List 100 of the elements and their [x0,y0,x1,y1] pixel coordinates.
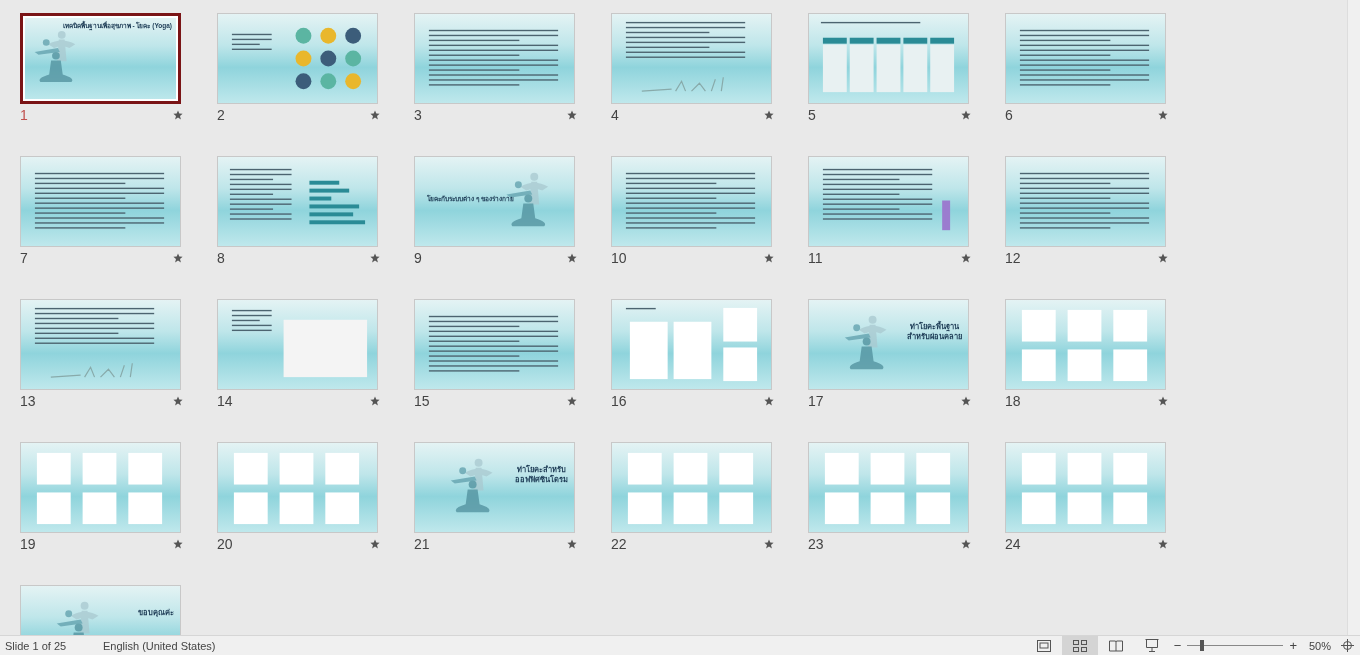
slide-thumbnail[interactable] [808,156,969,247]
slide-number: 1 [20,107,28,123]
photo-placeholder [673,321,712,380]
zoom-slider-thumb[interactable] [1199,640,1204,651]
slide-number: 8 [217,250,225,266]
photo-placeholder [1113,309,1148,342]
slide-thumbnail[interactable] [217,299,378,390]
photo-placeholder [1067,349,1102,382]
slide-thumbnail[interactable] [217,442,378,533]
slide-number: 2 [217,107,225,123]
star-icon [764,253,774,263]
photo-placeholder [325,452,360,485]
slide-number: 24 [1005,536,1021,552]
slide-thumbnail[interactable] [611,156,772,247]
star-icon [961,539,971,549]
yoga-figures-drawing [34,31,76,83]
slide-thumbnail[interactable] [20,299,181,390]
photo-placeholder [279,492,314,525]
slide-number: 17 [808,393,824,409]
yoga-figures-drawing [844,315,887,370]
slide-thumbnail[interactable] [611,13,772,104]
zoom-out-button[interactable]: − [1169,636,1186,655]
photo-placeholder [1113,452,1148,485]
photo-placeholder [233,492,268,525]
slide-number: 4 [611,107,619,123]
text-lines-drawing [231,33,272,50]
star-icon [1158,110,1168,120]
slide-thumbnail[interactable] [808,442,969,533]
photo-placeholder [1067,492,1102,525]
photo-placeholder [719,492,754,525]
photo-placeholder [279,452,314,485]
slide-number: 16 [611,393,627,409]
photo-placeholder [1021,492,1056,525]
photo-placeholder [1067,309,1102,342]
slide-thumbnail[interactable] [611,442,772,533]
slide-thumbnail[interactable] [217,156,378,247]
photo-placeholder [1113,349,1148,382]
slide-thumbnail[interactable] [217,13,378,104]
slide-thumbnail[interactable] [1005,156,1166,247]
slide-number: 10 [611,250,627,266]
star-icon [764,396,774,406]
photo-placeholder [325,492,360,525]
slide-number: 13 [20,393,36,409]
photo-placeholder [1113,492,1148,525]
photo-placeholder [824,452,859,485]
slide-thumbnail[interactable] [1005,299,1166,390]
star-icon [173,539,183,549]
text-lines-drawing [231,309,272,332]
photo-placeholder [627,452,662,485]
star-icon [1158,539,1168,549]
photo-placeholder [916,452,951,485]
icon-grid-drawing [295,27,362,90]
slide-number: 5 [808,107,816,123]
photo-placeholder [128,452,163,485]
photo-placeholder [629,321,668,380]
slide-number: 11 [808,250,823,266]
slide-thumbnail[interactable] [20,156,181,247]
slide-number: 22 [611,536,627,552]
slide-thumbnail[interactable] [20,442,181,533]
language-label[interactable]: English (United States) [98,639,253,652]
photo-placeholder [1067,452,1102,485]
star-icon [370,253,380,263]
fit-to-window-icon[interactable] [1341,639,1354,652]
photo-placeholder [673,452,708,485]
photo-placeholder [82,492,117,525]
view-button[interactable] [1061,636,1098,655]
slide-number: 19 [20,536,36,552]
star-icon [961,110,971,120]
scrollbar[interactable] [1347,0,1360,635]
photo-placeholder [824,492,859,525]
slide-thumbnail[interactable] [1005,13,1166,104]
photo-placeholder [1021,309,1056,342]
grid-icon [1072,639,1087,652]
star-icon [173,110,183,120]
slide-number: 20 [217,536,233,552]
star-icon [764,110,774,120]
photo-placeholder [1021,349,1056,382]
slide-thumbnail[interactable] [611,299,772,390]
zoom-level[interactable]: 50% [1300,639,1341,652]
slide-number: 18 [1005,393,1021,409]
slide-thumbnail[interactable] [414,299,575,390]
photo-placeholder [82,452,117,485]
photo-placeholder [723,307,758,342]
slide-number: 15 [414,393,430,409]
slide-thumbnail[interactable] [414,13,575,104]
slide-number: 14 [217,393,233,409]
photo-placeholder [723,347,758,382]
slide-counter: Slide 1 of 25 [4,639,68,652]
slide-thumbnail[interactable] [808,13,969,104]
star-icon [1158,253,1168,263]
slide-number: 3 [414,107,422,123]
normal-view-icon [1036,639,1051,652]
slide-thumbnail[interactable] [1005,442,1166,533]
presentation-icon [1144,639,1159,652]
zoom-in-button[interactable]: + [1285,636,1301,655]
text-lines-drawing [229,168,292,220]
star-icon [370,396,380,406]
star-icon [567,396,577,406]
star-icon [370,110,380,120]
photo-placeholder [870,452,905,485]
